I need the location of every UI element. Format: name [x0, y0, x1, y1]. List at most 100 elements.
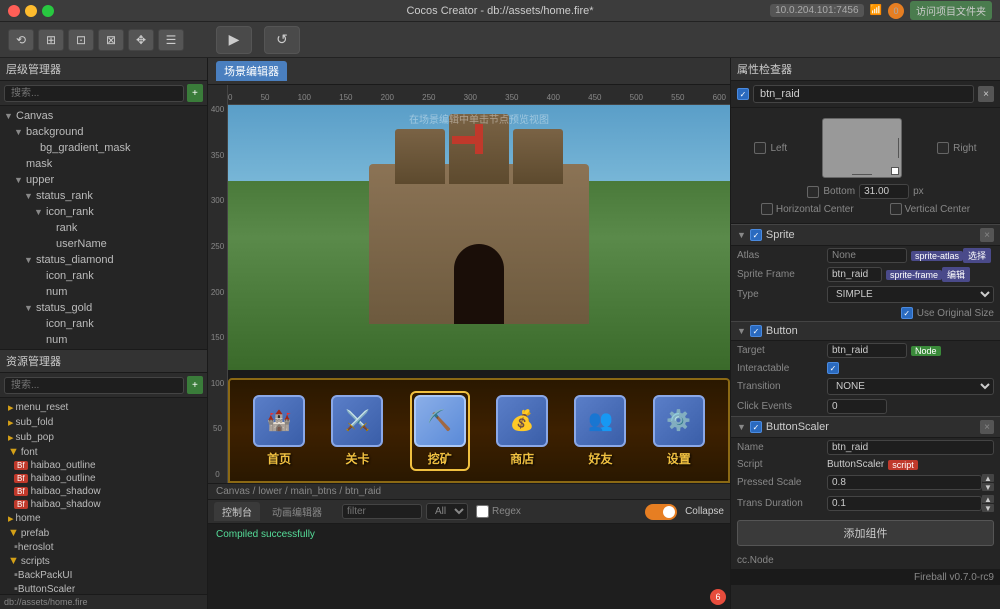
trans-duration-input[interactable]	[827, 496, 982, 511]
sprite-frame-edit-button[interactable]: 编辑	[942, 267, 970, 282]
trans-duration-stepper[interactable]: ▲ ▼	[982, 495, 994, 512]
asset-item-backpack[interactable]: ▪ BackPackUI	[0, 568, 207, 582]
bottom-anchor-checkbox[interactable]	[807, 186, 819, 198]
tree-item-icon-rank[interactable]: ▼ icon_rank	[0, 204, 207, 220]
asset-item-buttonscaler[interactable]: ▪ ButtonScaler	[0, 582, 207, 594]
asset-item-scripts[interactable]: ▼ scripts	[0, 554, 207, 568]
console-tab-animation[interactable]: 动画编辑器	[264, 502, 330, 521]
play-button[interactable]: ▶	[216, 26, 252, 54]
button-enabled-checkbox[interactable]	[750, 325, 762, 337]
asset-item-haibao2[interactable]: Bf haibao_outline	[0, 472, 207, 485]
console-all-select[interactable]: All	[426, 503, 468, 520]
interactable-checkbox[interactable]	[827, 362, 839, 374]
nav-item-mine[interactable]: ⛏️ 挖矿	[410, 391, 470, 471]
inspector-close-button[interactable]: ×	[978, 86, 994, 102]
tree-item-icon-rank3[interactable]: icon_rank	[0, 316, 207, 332]
asset-item-font[interactable]: ▼ font	[0, 445, 207, 459]
pressed-scale-down[interactable]: ▼	[982, 483, 994, 491]
left-anchor-checkbox[interactable]	[754, 142, 766, 154]
asset-item-menu-reset[interactable]: ▸ menu_reset	[0, 400, 207, 415]
target-input[interactable]	[827, 343, 907, 358]
asset-item-haibao3[interactable]: Bf haibao_shadow	[0, 485, 207, 498]
nav-item-levels[interactable]: ⚔️ 关卡	[331, 395, 383, 467]
bs-name-input[interactable]	[827, 440, 994, 455]
click-events-input[interactable]	[827, 399, 887, 414]
sprite-frame-input[interactable]	[827, 267, 882, 282]
scene-canvas[interactable]: 050100150200250300350400450500550600 400…	[208, 85, 730, 483]
node-name-input[interactable]	[753, 85, 974, 103]
pressed-scale-up[interactable]: ▲	[982, 474, 994, 482]
h-center-checkbox[interactable]	[761, 203, 773, 215]
tree-item-username[interactable]: userName	[0, 236, 207, 252]
trans-duration-down[interactable]: ▼	[982, 504, 994, 512]
v-center-checkbox[interactable]	[890, 203, 902, 215]
regex-checkbox[interactable]	[476, 505, 489, 518]
bf-badge: Bf	[14, 500, 28, 509]
bottom-value-input[interactable]	[859, 184, 909, 199]
tree-item-mask[interactable]: mask	[0, 156, 207, 172]
collapse-toggle[interactable]	[645, 504, 677, 520]
atlas-select-button[interactable]: 选择	[963, 248, 991, 263]
hierarchy-add-button[interactable]: +	[187, 84, 203, 102]
use-original-checkbox[interactable]	[901, 307, 913, 319]
buttonscaler-remove-button[interactable]: ×	[980, 420, 994, 434]
pressed-scale-input[interactable]	[827, 475, 982, 490]
asset-item-haibao1[interactable]: Bf haibao_outline	[0, 459, 207, 472]
nav-item-home[interactable]: 🏰 首页	[253, 395, 305, 467]
maximize-button[interactable]	[42, 5, 54, 17]
tree-item-num2[interactable]: num	[0, 332, 207, 348]
nav-item-settings[interactable]: ⚙️ 设置	[653, 395, 705, 467]
nav-item-shop[interactable]: 💰 商店	[496, 395, 548, 467]
console-filter-input[interactable]	[342, 504, 422, 519]
button-scaler-section-header[interactable]: ▼ ButtonScaler ×	[731, 416, 1000, 438]
transition-select[interactable]: NONE	[827, 378, 994, 395]
button-section-header[interactable]: ▼ Button	[731, 321, 1000, 341]
sprite-section-header[interactable]: ▼ Sprite ×	[731, 224, 1000, 246]
tree-item-status-rank[interactable]: ▼ status_rank	[0, 188, 207, 204]
tree-item-status-gold[interactable]: ▼ status_gold	[0, 300, 207, 316]
asset-item-home[interactable]: ▸ home	[0, 511, 207, 526]
console-tab-console[interactable]: 控制台	[214, 502, 260, 521]
type-select[interactable]: SIMPLE	[827, 286, 994, 303]
sprite-remove-button[interactable]: ×	[980, 228, 994, 242]
asset-add-button[interactable]: +	[187, 376, 203, 394]
pressed-scale-stepper[interactable]: ▲ ▼	[982, 474, 994, 491]
toolbar-btn-3[interactable]: ⊡	[68, 29, 94, 51]
toolbar-btn-1[interactable]: ⟲	[8, 29, 34, 51]
asset-search-input[interactable]	[4, 377, 184, 394]
toolbar-btn-5[interactable]: ✥	[128, 29, 154, 51]
hierarchy-search-input[interactable]	[4, 85, 184, 102]
scene-editor-tab[interactable]: 场景编辑器	[216, 61, 287, 81]
add-component-button[interactable]: 添加组件	[737, 520, 994, 546]
asset-item-heroslot[interactable]: ▪ heroslot	[0, 540, 207, 554]
tree-item-canvas[interactable]: ▼ Canvas	[0, 108, 207, 124]
refresh-button[interactable]: ↺	[264, 26, 300, 54]
asset-item-prefab[interactable]: ▼ prefab	[0, 526, 207, 540]
asset-item-haibao4[interactable]: Bf haibao_shadow	[0, 498, 207, 511]
atlas-input[interactable]	[827, 248, 907, 263]
visit-project-button[interactable]: 访问项目文件夹	[910, 1, 992, 20]
trans-duration-up[interactable]: ▲	[982, 495, 994, 503]
anchor-handle-br[interactable]	[891, 167, 899, 175]
tree-item-rank[interactable]: rank	[0, 220, 207, 236]
sprite-enabled-checkbox[interactable]	[750, 229, 762, 241]
node-enabled-checkbox[interactable]	[737, 88, 749, 100]
tree-item-background[interactable]: ▼ background	[0, 124, 207, 140]
tree-item-status-diamond[interactable]: ▼ status_diamond	[0, 252, 207, 268]
buttonscaler-enabled-checkbox[interactable]	[750, 421, 762, 433]
toolbar-btn-6[interactable]: ☰	[158, 29, 184, 51]
toolbar-btn-2[interactable]: ⊞	[38, 29, 64, 51]
minimize-button[interactable]	[25, 5, 37, 17]
tree-item-upper[interactable]: ▼ upper	[0, 172, 207, 188]
asset-item-sub-pop[interactable]: ▸ sub_pop	[0, 430, 207, 445]
script-badge[interactable]: script	[888, 460, 918, 470]
toolbar-btn-4[interactable]: ⊠	[98, 29, 124, 51]
expand-arrow: ▼	[24, 191, 36, 201]
right-anchor-checkbox[interactable]	[937, 142, 949, 154]
close-button[interactable]	[8, 5, 20, 17]
nav-item-friends[interactable]: 👥 好友	[574, 395, 626, 467]
tree-item-icon-rank2[interactable]: icon_rank	[0, 268, 207, 284]
asset-item-sub-fold[interactable]: ▸ sub_fold	[0, 415, 207, 430]
tree-item-bg-gradient[interactable]: bg_gradient_mask	[0, 140, 207, 156]
tree-item-num[interactable]: num	[0, 284, 207, 300]
